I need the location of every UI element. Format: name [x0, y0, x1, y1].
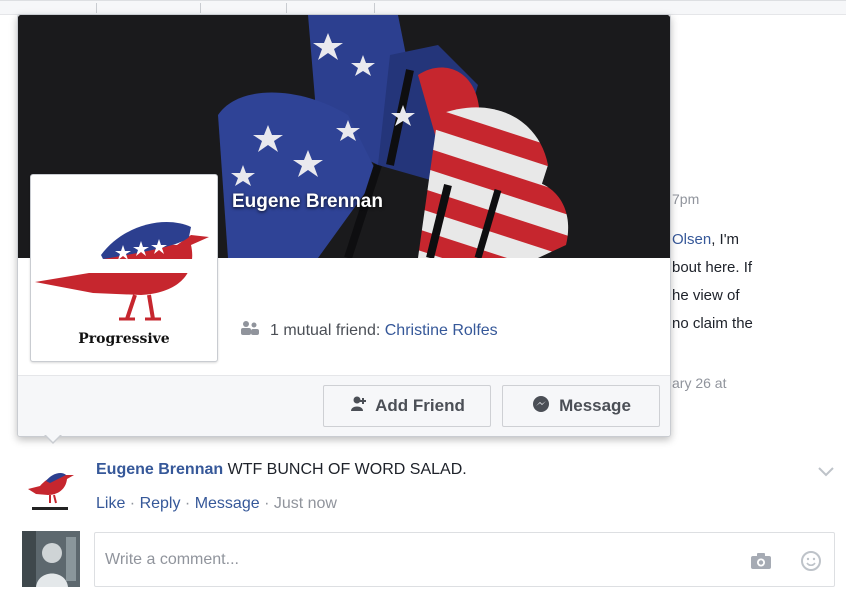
comment-composer[interactable]	[94, 532, 835, 587]
hovercard-pointer	[44, 434, 62, 444]
messenger-icon	[531, 394, 551, 419]
emoji-icon[interactable]	[799, 549, 823, 573]
comment-author-avatar[interactable]	[20, 459, 80, 517]
add-friend-label: Add Friend	[375, 396, 465, 415]
profile-picture-caption: Progressive	[78, 331, 170, 347]
profile-name[interactable]: Eugene Brennan	[232, 191, 383, 213]
comment-body: Eugene Brennan WTF BUNCH OF WORD SALAD.	[96, 461, 467, 479]
mutual-friends-count: 1 mutual friend:	[270, 321, 385, 339]
comment-text: WTF BUNCH OF WORD SALAD.	[223, 461, 467, 478]
add-friend-icon	[349, 395, 367, 418]
post-top-strip	[0, 1, 846, 15]
mention-link[interactable]: Olsen	[672, 231, 711, 248]
post-date: ary 26 at	[672, 375, 727, 391]
message-link[interactable]: Message	[195, 495, 260, 512]
post-timestamp: 7pm	[672, 191, 700, 207]
profile-picture[interactable]: Progressive	[30, 174, 218, 362]
comment-author-link[interactable]: Eugene Brennan	[96, 461, 223, 478]
comment-input[interactable]	[105, 545, 705, 575]
comment-time: Just now	[273, 495, 337, 512]
mutual-friend-link[interactable]: Christine Rolfes	[385, 322, 498, 339]
profile-hovercard: Eugene Brennan Progressive 1 mutual frie…	[17, 14, 671, 444]
camera-icon[interactable]	[749, 549, 773, 573]
current-user-avatar	[22, 531, 80, 587]
post-text-line-1: Olsen, I'm	[672, 231, 740, 248]
hovercard-footer: Add Friend Message	[18, 375, 670, 436]
mutual-friends-icon	[240, 320, 260, 341]
post-text-line-2: bout here. If	[672, 259, 753, 276]
message-label: Message	[559, 396, 631, 415]
message-button[interactable]: Message	[502, 385, 660, 427]
add-friend-button[interactable]: Add Friend	[323, 385, 491, 427]
post-text-line-4: no claim the	[672, 315, 753, 332]
reply-link[interactable]: Reply	[140, 495, 181, 512]
mutual-friends: 1 mutual friend: Christine Rolfes	[240, 320, 498, 341]
chevron-down-icon[interactable]	[815, 463, 837, 479]
post-text-line-3: he view of	[672, 287, 740, 304]
like-link[interactable]: Like	[96, 495, 125, 512]
comment-actions: Like · Reply · Message · Just now	[96, 495, 337, 512]
